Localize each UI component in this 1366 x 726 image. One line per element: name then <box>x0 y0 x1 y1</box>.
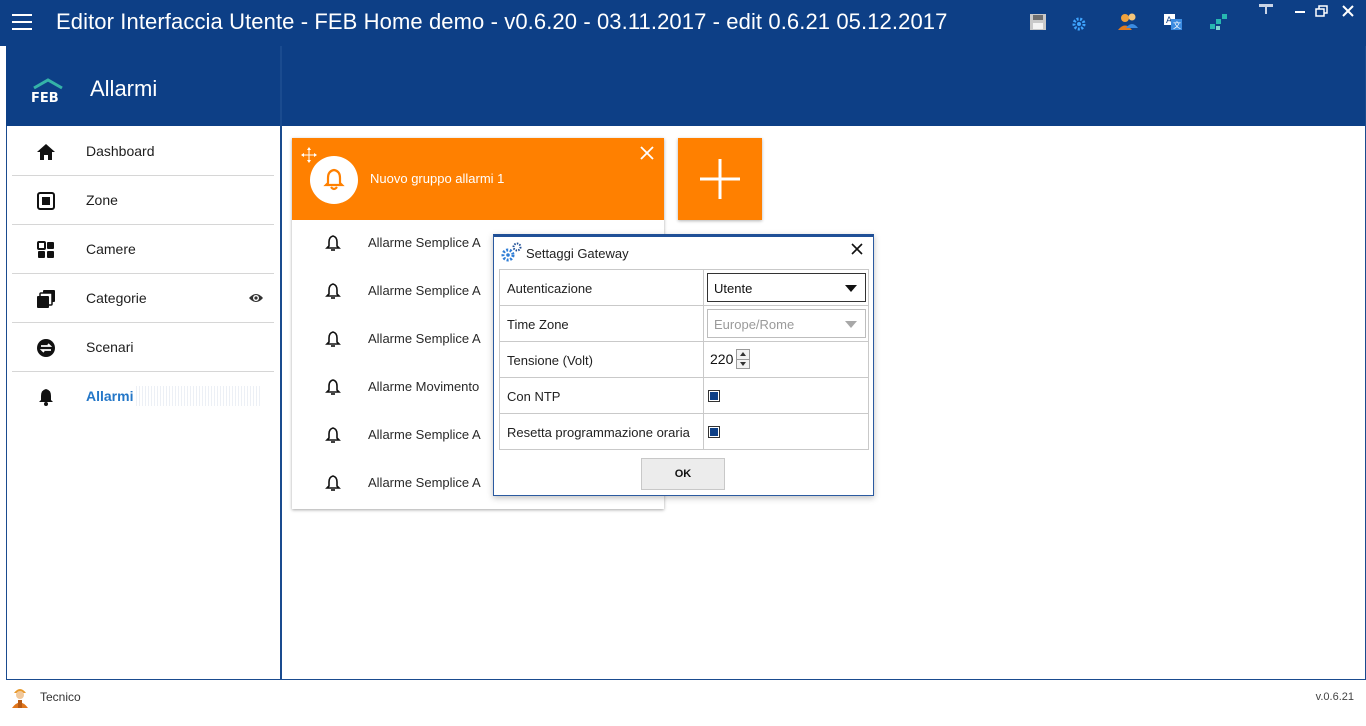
app-window: Editor Interfaccia Utente - FEB Home dem… <box>0 0 1366 726</box>
sidebar-nav: Dashboard Zone Camere Categorie Scenari … <box>12 127 274 421</box>
alarm-group-header: Nuovo gruppo allarmi 1 <box>292 138 664 220</box>
alarm-group-avatar <box>310 156 358 204</box>
sidebar-item-label: Categorie <box>86 290 147 306</box>
stepper-up-icon[interactable] <box>740 352 746 356</box>
chevron-down-icon <box>845 321 857 328</box>
alarm-group-name: Nuovo gruppo allarmi 1 <box>370 171 505 186</box>
translate-icon[interactable]: A 文 <box>1163 12 1183 32</box>
alarm-label: Allarme Semplice A <box>368 235 481 250</box>
ok-button[interactable]: OK <box>641 458 725 490</box>
bell-outline-icon <box>325 475 341 491</box>
users-icon[interactable] <box>1117 12 1139 32</box>
sidebar-item-allarmi[interactable]: Allarmi <box>12 372 274 421</box>
bell-outline-icon <box>325 283 341 299</box>
plus-icon <box>700 159 740 199</box>
voltage-label: Tensione (Volt) <box>507 353 593 368</box>
authentication-value: Utente <box>714 281 753 296</box>
restore-icon[interactable] <box>1314 4 1330 18</box>
minimize-icon[interactable] <box>1292 4 1308 18</box>
sidebar-item-label: Allarmi <box>86 388 134 404</box>
settings-row-authentication: Autenticazione Utente <box>500 270 868 306</box>
settings-row-reset-schedule: Resetta programmazione oraria <box>500 414 868 450</box>
voltage-input[interactable]: 220 <box>710 351 733 367</box>
alarm-label: Allarme Semplice A <box>368 331 481 346</box>
eye-icon[interactable] <box>248 292 264 304</box>
reset-schedule-checkbox[interactable] <box>708 426 720 438</box>
add-group-button[interactable] <box>678 138 762 220</box>
voltage-stepper[interactable] <box>736 349 750 369</box>
title-bar: Editor Interfaccia Utente - FEB Home dem… <box>0 0 1366 46</box>
sidebar-item-scenari[interactable]: Scenari <box>12 323 274 372</box>
alarm-label: Allarme Semplice A <box>368 427 481 442</box>
selection-highlight <box>136 386 260 406</box>
hamburger-menu-icon[interactable] <box>12 14 32 30</box>
close-icon[interactable] <box>640 146 654 160</box>
alarm-label: Allarme Semplice A <box>368 475 481 490</box>
section-title: Allarmi <box>90 76 158 101</box>
sidebar-item-camere[interactable]: Camere <box>12 225 274 274</box>
chevron-down-icon <box>845 285 857 292</box>
alarm-label: Allarme Semplice A <box>368 283 481 298</box>
bell-icon <box>39 389 53 406</box>
settings-grid: Autenticazione Utente Time Zone Europe/R… <box>499 269 869 450</box>
authentication-select[interactable]: Utente <box>707 273 866 302</box>
save-icon[interactable] <box>1028 12 1048 32</box>
settings-gear-icon[interactable] <box>1071 16 1087 32</box>
signal-icon <box>1259 4 1273 14</box>
sidebar-item-dashboard[interactable]: Dashboard <box>12 127 274 176</box>
sidebar-item-label: Zone <box>86 192 118 208</box>
technician-icon <box>12 689 28 708</box>
timezone-value: Europe/Rome <box>714 317 795 332</box>
feb-logo: FEB <box>30 78 66 106</box>
timezone-label: Time Zone <box>507 317 569 332</box>
authentication-label: Autenticazione <box>507 281 593 296</box>
layers-icon <box>37 290 55 308</box>
network-icon[interactable] <box>1208 12 1228 32</box>
bell-outline-icon <box>325 427 341 443</box>
sidebar-item-categorie[interactable]: Categorie <box>12 274 274 323</box>
content-header <box>282 46 1365 126</box>
window-title: Editor Interfaccia Utente - FEB Home dem… <box>56 9 948 34</box>
gateway-settings-dialog: Settaggi Gateway Autenticazione Utente T… <box>493 234 874 496</box>
current-user: Tecnico <box>40 690 81 704</box>
app-version: v.0.6.21 <box>1315 691 1354 703</box>
sidebar-item-label: Scenari <box>86 339 134 355</box>
settings-row-voltage: Tensione (Volt) 220 <box>500 342 868 378</box>
reset-schedule-label: Resetta programmazione oraria <box>507 425 690 440</box>
bell-outline-icon <box>325 235 341 251</box>
grid-icon <box>37 241 54 258</box>
settings-row-ntp: Con NTP <box>500 378 868 414</box>
close-icon[interactable] <box>851 243 863 255</box>
zone-square-icon <box>37 192 55 210</box>
sidebar-divider <box>280 46 282 680</box>
status-bar: Tecnico v.0.6.21 <box>0 681 1366 726</box>
ntp-label: Con NTP <box>507 389 561 404</box>
dialog-title: Settaggi Gateway <box>526 246 629 261</box>
svg-text:文: 文 <box>1173 20 1181 30</box>
sidebar-item-zone[interactable]: Zone <box>12 176 274 225</box>
bell-outline-icon <box>325 331 341 347</box>
alarm-label: Allarme Movimento <box>368 379 480 394</box>
sidebar-item-label: Camere <box>86 241 136 257</box>
timezone-select: Europe/Rome <box>707 309 866 338</box>
settings-gear-icon <box>501 242 522 262</box>
settings-row-timezone: Time Zone Europe/Rome <box>500 306 868 342</box>
swap-icon <box>37 339 55 357</box>
home-icon <box>37 144 55 160</box>
sidebar-item-label: Dashboard <box>86 143 155 159</box>
stepper-down-icon[interactable] <box>740 362 746 366</box>
logo-text: FEB <box>31 91 59 104</box>
bell-outline-icon <box>325 379 341 395</box>
ntp-checkbox[interactable] <box>708 390 720 402</box>
close-window-icon[interactable] <box>1340 4 1356 18</box>
bell-icon <box>323 168 345 191</box>
